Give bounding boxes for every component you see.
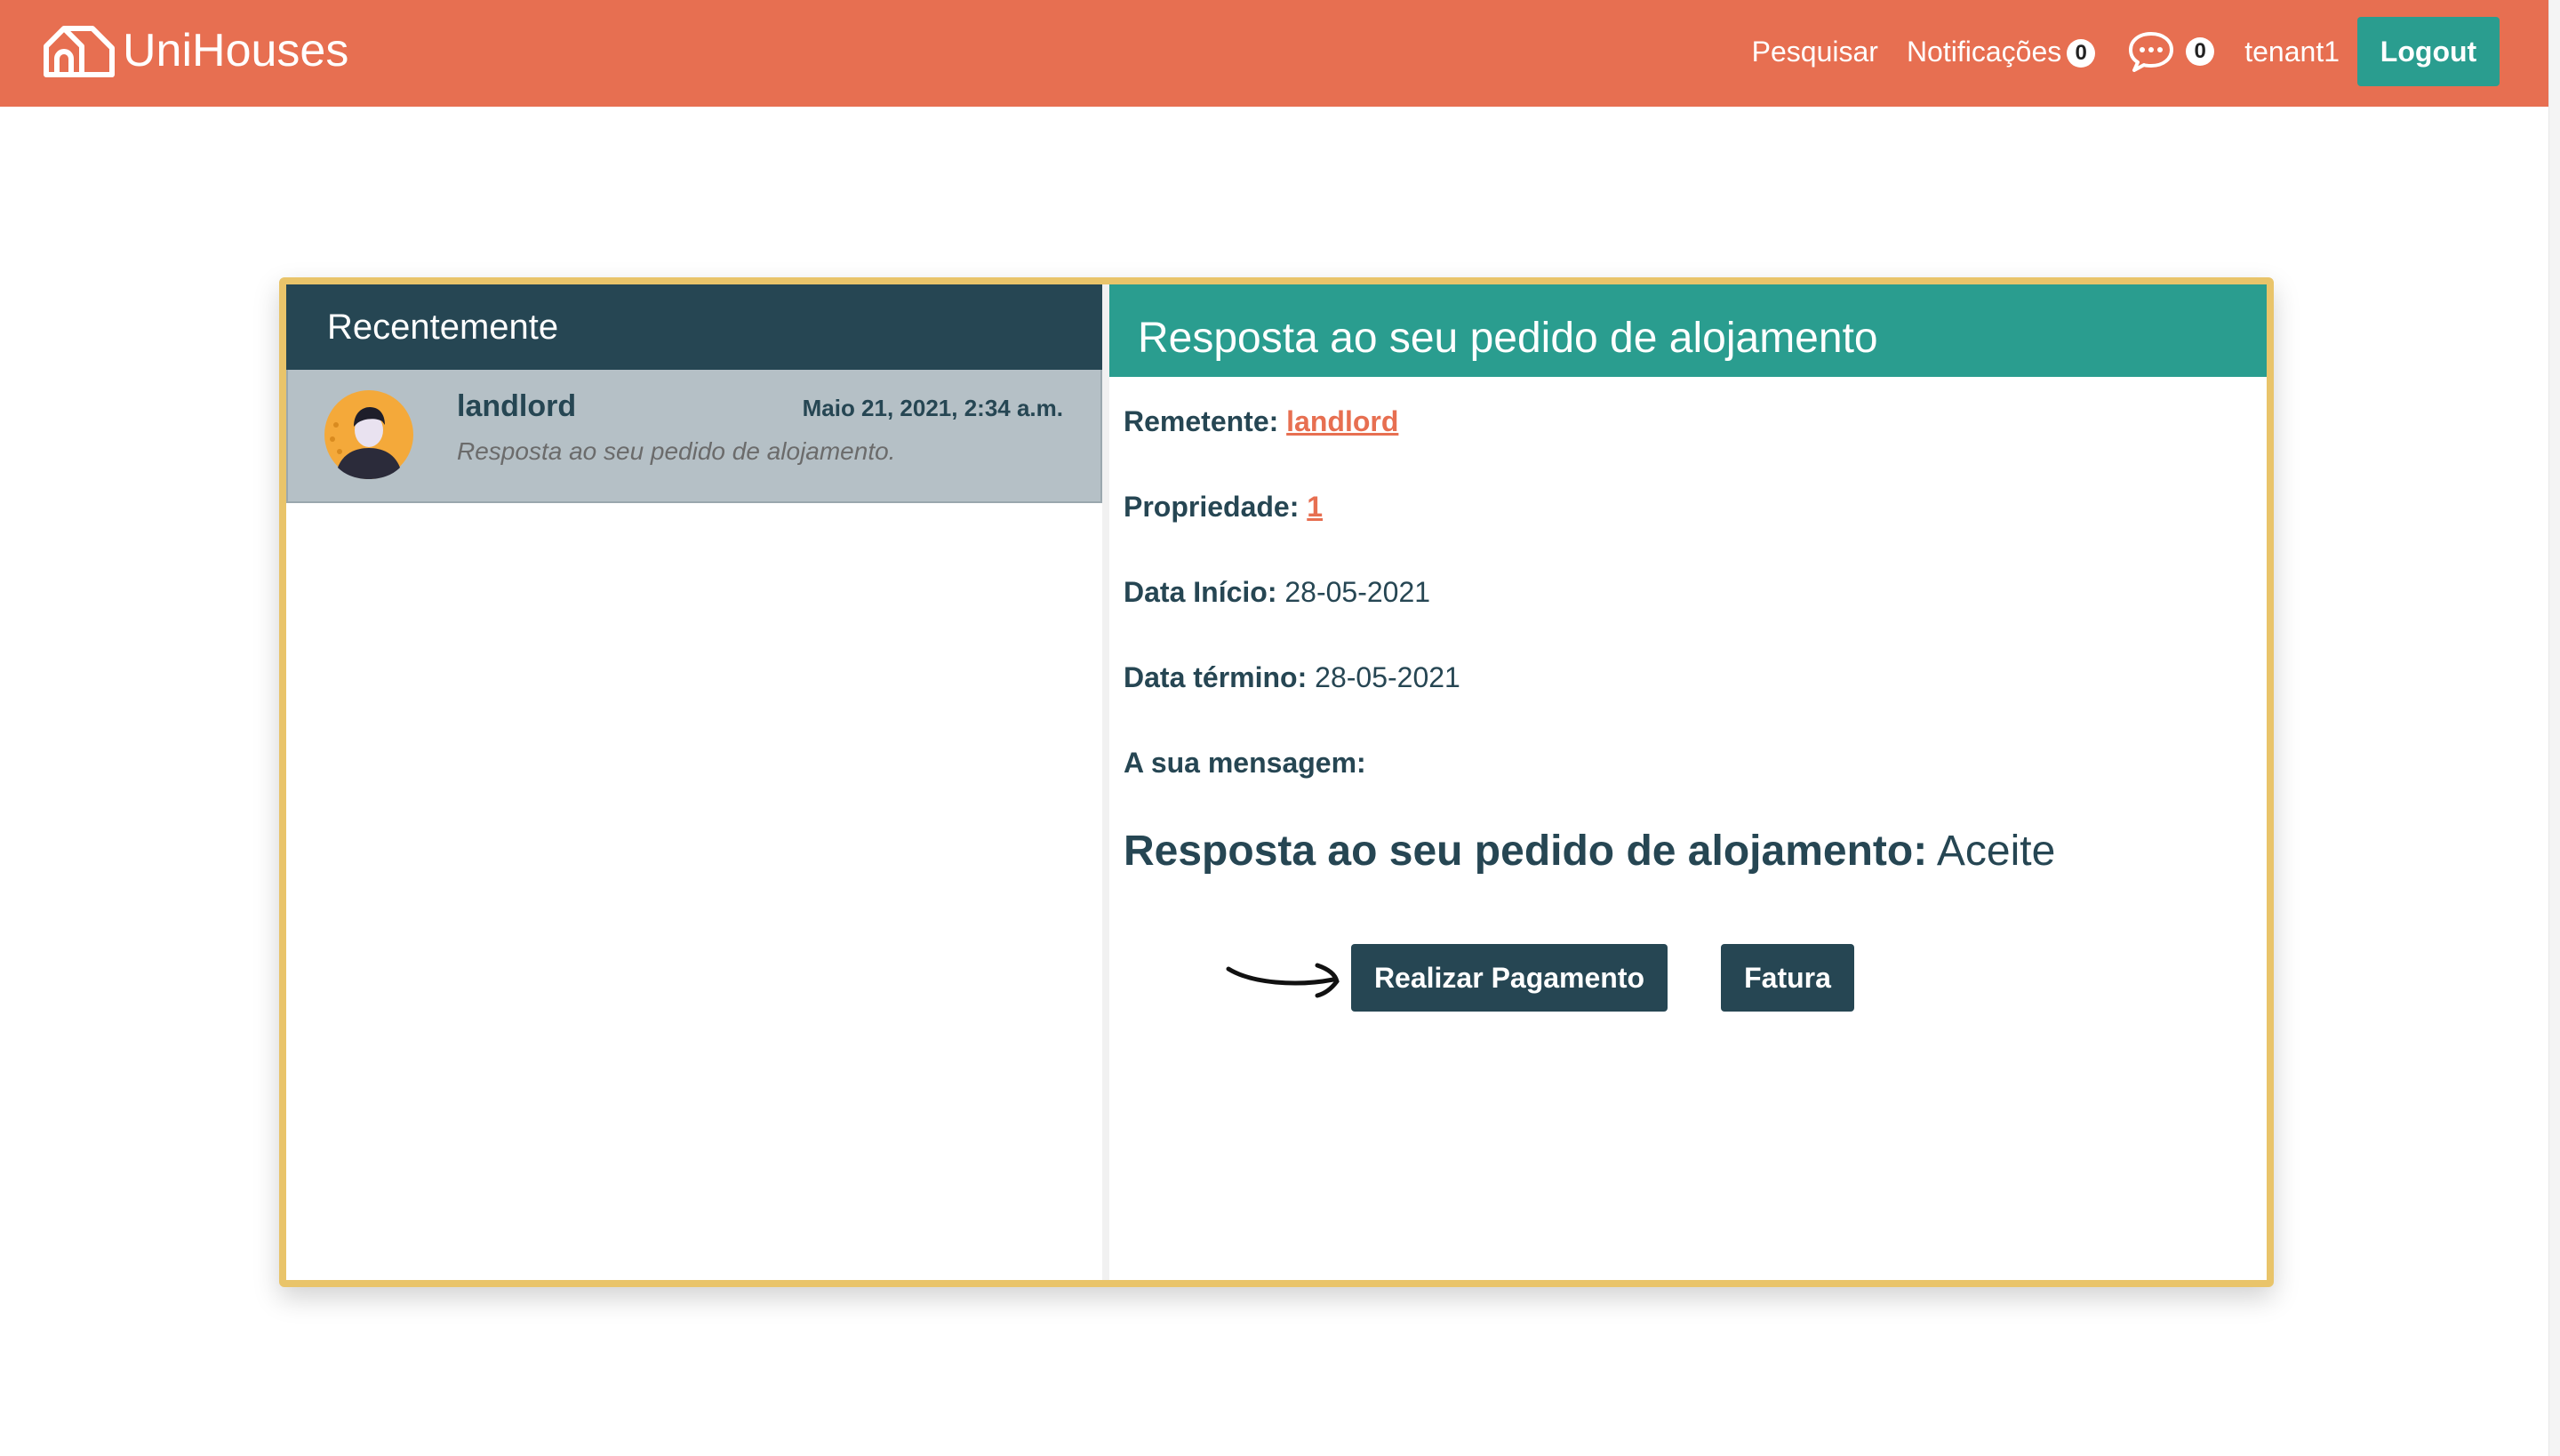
top-navbar: UniHouses Pesquisar Notificações 0 0 tena…: [0, 0, 2549, 107]
nav-right: Pesquisar Notificações 0 0 tenant1 Logout: [1752, 16, 2500, 87]
recent-messages-panel: Recentemente landlord Maio 21, 2021, 2:3…: [286, 284, 1109, 1280]
messages-badge: 0: [2186, 37, 2215, 66]
notifications-badge: 0: [2067, 39, 2096, 68]
message-date: Maio 21, 2021, 2:34 a.m.: [802, 395, 1063, 421]
recent-header: Recentemente: [286, 284, 1102, 370]
avatar: [324, 390, 413, 479]
sender-link[interactable]: landlord: [1286, 405, 1398, 437]
brand-link[interactable]: UniHouses: [43, 23, 348, 78]
response-label: Resposta ao seu pedido de alojamento:: [1124, 828, 1928, 875]
make-payment-button[interactable]: Realizar Pagamento: [1351, 944, 1668, 1012]
notifications-label: Notificações: [1906, 35, 2062, 68]
nav-search-link[interactable]: Pesquisar: [1752, 36, 1878, 68]
property-label: Propriedade:: [1124, 491, 1300, 523]
start-date-field: Data Início: 28-05-2021: [1124, 576, 1430, 609]
arrow-icon: [1226, 963, 1340, 998]
detail-title: Resposta ao seu pedido de alojamento: [1109, 284, 2267, 377]
nav-notifications-link[interactable]: Notificações 0: [1906, 35, 2096, 68]
property-field: Propriedade: 1: [1124, 491, 1323, 524]
sender-label: Remetente:: [1124, 405, 1279, 437]
messages-link[interactable]: 0: [2127, 30, 2215, 73]
message-preview: Resposta ao seu pedido de alojamento.: [457, 437, 896, 465]
invoice-button[interactable]: Fatura: [1721, 944, 1854, 1012]
message-list-item[interactable]: landlord Maio 21, 2021, 2:34 a.m. Respos…: [286, 370, 1102, 503]
sender-field: Remetente: landlord: [1124, 405, 1398, 438]
nav-username-link[interactable]: tenant1: [2244, 36, 2340, 68]
chat-bubble-icon: [2129, 32, 2174, 72]
message-detail-panel: Resposta ao seu pedido de alojamento Rem…: [1109, 284, 2267, 1280]
response-value: Aceite: [1936, 828, 2056, 875]
logout-button[interactable]: Logout: [2357, 17, 2500, 86]
response-line: Resposta ao seu pedido de alojamento: Ac…: [1124, 827, 2055, 876]
end-date-label: Data término:: [1124, 661, 1308, 693]
start-date-value: 28-05-2021: [1284, 576, 1431, 608]
message-sender: landlord: [457, 389, 577, 423]
house-logo-icon: [44, 26, 115, 77]
brand-name: UniHouses: [123, 25, 349, 76]
messages-container: Recentemente landlord Maio 21, 2021, 2:3…: [279, 277, 2274, 1287]
start-date-label: Data Início:: [1124, 576, 1277, 608]
end-date-value: 28-05-2021: [1315, 661, 1460, 693]
message-label: A sua mensagem:: [1124, 747, 1366, 779]
property-link[interactable]: 1: [1307, 491, 1323, 523]
page-scrollbar[interactable]: [2548, 0, 2560, 1456]
end-date-field: Data término: 28-05-2021: [1124, 661, 1460, 694]
message-field: A sua mensagem:: [1124, 747, 1366, 780]
